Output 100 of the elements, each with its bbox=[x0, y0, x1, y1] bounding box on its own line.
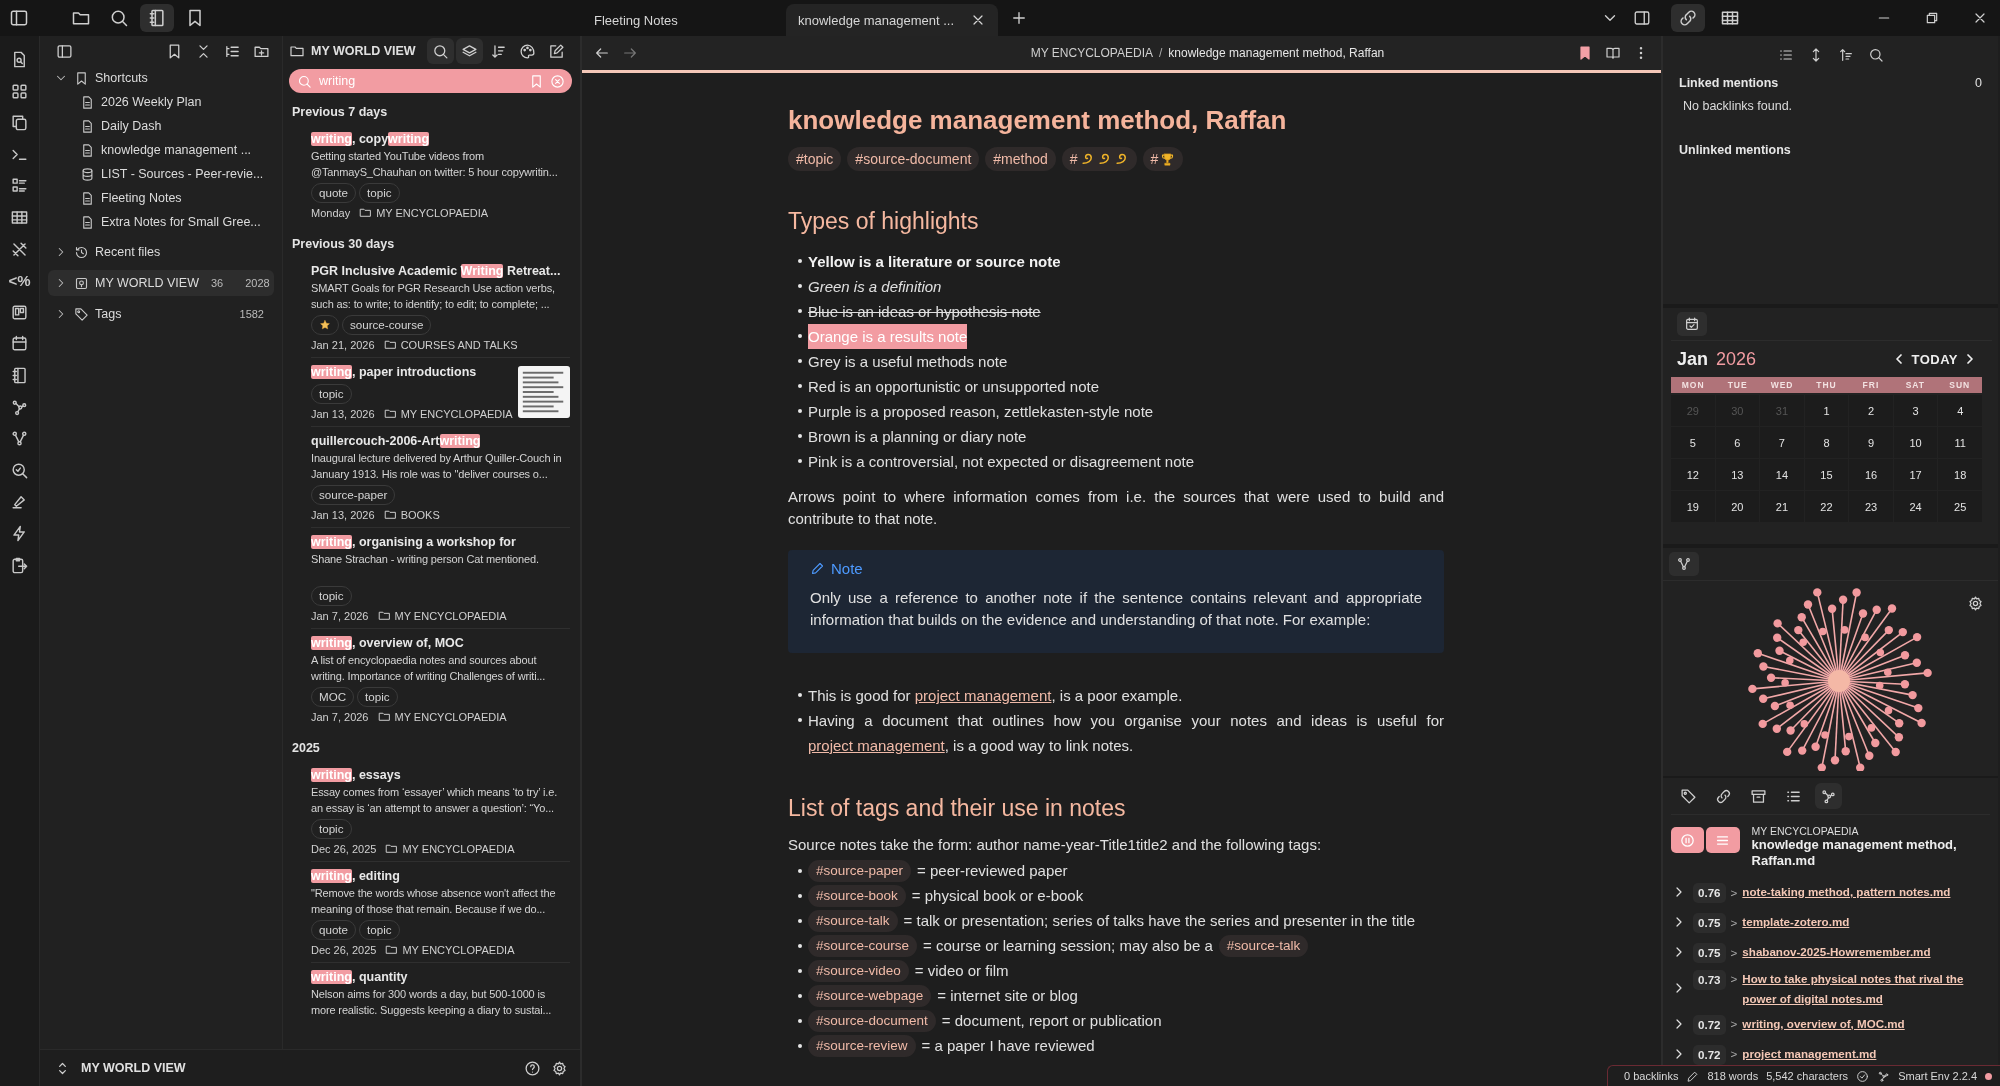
link[interactable]: project management bbox=[914, 687, 1052, 704]
section-label[interactable]: MY WORLD VIEW bbox=[95, 276, 199, 290]
folder-label: MY ENCYCLOPAEDIA bbox=[376, 206, 489, 219]
day-cell[interactable]: 12 bbox=[1671, 459, 1715, 490]
section-heading[interactable]: Linked mentions bbox=[1679, 76, 1779, 90]
note-title[interactable]: writing, essays bbox=[311, 766, 570, 784]
tag[interactable]: #source-talk bbox=[808, 909, 898, 932]
day-cell[interactable]: 19 bbox=[1671, 491, 1715, 522]
day-cell[interactable]: 6 bbox=[1715, 427, 1760, 458]
section-label[interactable]: Recent files bbox=[95, 245, 161, 259]
list-item-text: Yellow is a literature or source note bbox=[808, 252, 1061, 272]
day-cell[interactable]: 20 bbox=[1715, 491, 1760, 522]
folder-label: BOOKS bbox=[400, 508, 440, 521]
list-item-text: Having a document that outlines how you organise your notes and ideas is useful for project management, is a good way to link notes. bbox=[808, 711, 1444, 756]
note-excerpt: Nelson aims for 300 words a day, but 500-1000 is more realistic. Suggests keeping a diary to sustai... bbox=[311, 987, 553, 1018]
day-cell[interactable]: 7 bbox=[1760, 427, 1804, 458]
today-button[interactable]: TODAY bbox=[1911, 351, 1958, 367]
tag[interactable]: #source-talk bbox=[1218, 934, 1309, 957]
year-label: 2026 bbox=[1716, 348, 1757, 370]
list-item-text: Green is a definition bbox=[808, 277, 942, 297]
tag[interactable]: #source-webpage bbox=[808, 984, 932, 1007]
group-heading: Previous 30 days bbox=[292, 236, 396, 253]
tag[interactable]: #source-paper bbox=[808, 859, 912, 882]
vault-switcher[interactable]: MY WORLD VIEW bbox=[81, 1061, 186, 1075]
shortcut-item[interactable]: 2026 Weekly Plan bbox=[101, 95, 202, 109]
weekday-label: TUE bbox=[1726, 380, 1749, 390]
day-cell[interactable]: 9 bbox=[1849, 427, 1893, 458]
shortcut-item[interactable]: LIST - Sources - Peer-revie... bbox=[101, 167, 264, 181]
day-cell[interactable]: 21 bbox=[1760, 491, 1804, 522]
month-label: Jan bbox=[1677, 348, 1709, 370]
folder-label: MY ENCYCLOPAEDIA bbox=[402, 943, 515, 956]
note-excerpt: Inaugural lecture delivered by Arthur Quiller-Couch in January 1913. His role was to "deliver courses o... bbox=[311, 451, 563, 482]
tag[interactable]: #source-review bbox=[808, 1034, 916, 1057]
note-title[interactable]: writing, organising a workshop for bbox=[311, 533, 570, 551]
status-item: 818 words bbox=[1707, 1070, 1759, 1082]
breadcrumb-folder[interactable]: MY ENCYCLOPAEDIA bbox=[1030, 46, 1153, 60]
note-title[interactable]: writing, overview of, MOC bbox=[311, 634, 570, 652]
note-excerpt: Essay comes from ‘essayer’ which means ‘to try’ i.e. an essay is ‘an attempt to answer a question’: “Yo... bbox=[311, 785, 559, 816]
day-cell[interactable]: 2 bbox=[1849, 395, 1893, 426]
tag[interactable]: #source-book bbox=[808, 884, 906, 907]
tag[interactable]: #source-document bbox=[808, 1009, 936, 1032]
tag[interactable]: #source-course bbox=[808, 934, 918, 957]
note-date: Jan 13, 2026 bbox=[311, 407, 375, 420]
tag[interactable]: # bbox=[1142, 147, 1184, 171]
tag[interactable]: #method bbox=[985, 147, 1056, 171]
shortcut-item[interactable]: Fleeting Notes bbox=[101, 191, 182, 205]
tag-description: = peer-reviewed paper bbox=[917, 861, 1068, 881]
list-item-text: Brown is a planning or diary note bbox=[808, 427, 1027, 447]
day-cell[interactable]: 17 bbox=[1893, 459, 1938, 490]
day-cell[interactable]: 25 bbox=[1938, 491, 1982, 522]
count: 1582 bbox=[239, 308, 264, 320]
day-cell[interactable]: 10 bbox=[1893, 427, 1938, 458]
link[interactable]: project management bbox=[808, 737, 945, 754]
day-cell[interactable]: 5 bbox=[1671, 427, 1715, 458]
section-heading: List of tags and their use in notes bbox=[788, 794, 1127, 823]
result-link[interactable]: note-taking method, pattern notes.md bbox=[1742, 882, 1990, 902]
section-heading: Types of highlights bbox=[788, 207, 980, 236]
shortcut-item[interactable]: Daily Dash bbox=[101, 119, 162, 133]
tab[interactable]: knowledge management ... bbox=[786, 4, 998, 36]
day-cell[interactable]: 18 bbox=[1938, 459, 1982, 490]
section-heading[interactable]: Unlinked mentions bbox=[1679, 143, 1982, 157]
note-title[interactable]: writing, quantity bbox=[311, 968, 570, 986]
section-label[interactable]: Shortcuts bbox=[95, 71, 148, 85]
weekday-label: WED bbox=[1769, 380, 1795, 390]
day-cell[interactable]: 24 bbox=[1893, 491, 1938, 522]
result-link[interactable]: project management.md bbox=[1742, 1043, 1990, 1064]
note-title: knowledge management method, Raffan bbox=[788, 104, 1288, 137]
shortcut-item[interactable]: Extra Notes for Small Gree... bbox=[101, 215, 261, 229]
template-button[interactable]: <% bbox=[8, 271, 31, 291]
day-cell[interactable]: 8 bbox=[1804, 427, 1849, 458]
note-title[interactable]: writing, editing bbox=[311, 867, 570, 885]
tag[interactable]: # bbox=[1061, 147, 1137, 171]
tag[interactable]: #source-video bbox=[808, 959, 909, 982]
result-link[interactable]: writing, overview of, MOC.md bbox=[1742, 1013, 1990, 1034]
status-item[interactable]: Smart Env 2.2.4 bbox=[1898, 1070, 1977, 1082]
day-cell[interactable]: 11 bbox=[1938, 427, 1982, 458]
count: 0 bbox=[1975, 76, 1982, 90]
status-item[interactable]: 0 backlinks bbox=[1624, 1070, 1679, 1082]
shortcut-item[interactable]: knowledge management ... bbox=[101, 143, 252, 157]
note-title[interactable]: writing, paper introductions bbox=[311, 363, 513, 381]
section-label[interactable]: Tags bbox=[95, 307, 122, 321]
tag[interactable]: #topic bbox=[788, 147, 842, 171]
day-cell[interactable]: 1 bbox=[1804, 395, 1849, 426]
tab[interactable]: Fleeting Notes bbox=[582, 4, 782, 36]
day-cell[interactable]: 13 bbox=[1715, 459, 1760, 490]
result-link[interactable]: template-zotero.md bbox=[1742, 912, 1990, 932]
day-cell[interactable]: 4 bbox=[1938, 395, 1982, 426]
day-cell[interactable]: 14 bbox=[1760, 459, 1804, 490]
day-cell[interactable]: 22 bbox=[1804, 491, 1849, 522]
list-item-text: Grey is a useful methods note bbox=[808, 352, 1008, 372]
tag[interactable]: #source-document bbox=[847, 147, 980, 171]
file-name: knowledge management method, Raffan.md bbox=[1751, 837, 1958, 869]
day-cell[interactable]: 23 bbox=[1849, 491, 1893, 522]
day-cell[interactable]: 3 bbox=[1893, 395, 1938, 426]
weekday-label: SAT bbox=[1904, 380, 1927, 390]
separator: > bbox=[1730, 884, 1738, 901]
count: 36 bbox=[210, 277, 224, 289]
result-link[interactable]: shabanov-2025-Howremember.md bbox=[1742, 942, 1990, 962]
day-cell[interactable]: 16 bbox=[1849, 459, 1893, 490]
day-cell[interactable]: 15 bbox=[1804, 459, 1849, 490]
